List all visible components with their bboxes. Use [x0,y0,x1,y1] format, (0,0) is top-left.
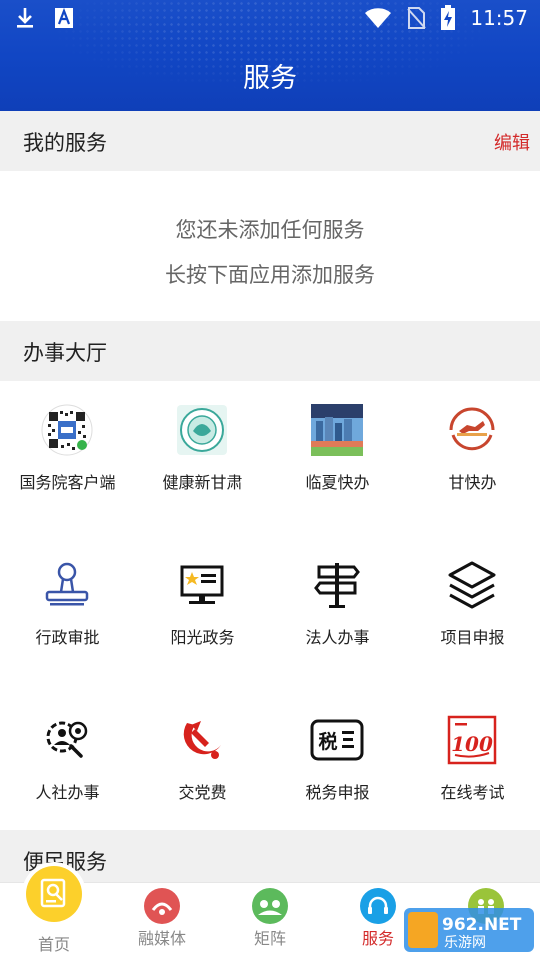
my-services-bar: 我的服务 编辑 [0,111,540,171]
person-gear-icon [40,713,94,767]
qr-code-icon [40,403,94,457]
my-services-empty-state: 您还未添加任何服务 长按下面应用添加服务 [0,171,540,321]
service-item-renshe[interactable]: 人社办事 [0,691,135,841]
svg-text:962.NET: 962.NET [442,915,522,935]
office-hall-label: 办事大厅 [23,341,107,365]
home-icon [40,878,66,908]
health-gansu-logo-icon [175,403,229,457]
service-label: 法人办事 [305,628,370,647]
media-icon [144,888,180,924]
service-item-faren[interactable]: 法人办事 [270,536,405,686]
service-label: 项目申报 [440,628,505,647]
nav-label: 矩阵 [253,929,286,948]
service-item-guowuyuan[interactable]: 国务院客户端 [0,381,135,531]
nav-label: 首页 [37,935,70,954]
status-bar: 11:57 [0,0,540,38]
nav-label: 融媒体 [137,929,186,948]
status-time: 11:57 [470,6,528,30]
app-header: 11:57 服务 [0,0,540,111]
battery-charging-icon [441,5,456,30]
page-title: 服务 [243,63,297,94]
nav-matrix[interactable]: 矩阵 [216,883,324,961]
service-item-health-gansu[interactable]: 健康新甘肃 [135,381,270,531]
stamp-icon [40,558,94,612]
signpost-icon [310,558,364,612]
tax-icon: 税 [310,713,364,767]
service-label: 国务院客户端 [19,473,116,492]
service-label: 临夏快办 [305,473,370,492]
my-services-label: 我的服务 [23,131,107,155]
service-label: 甘快办 [448,473,497,492]
office-hall-bar: 办事大厅 [0,321,540,381]
service-label: 在线考试 [440,783,505,802]
wifi-icon [365,8,392,28]
service-item-gankuaiban[interactable]: 甘快办 [405,381,540,531]
service-label: 税务申报 [305,783,370,802]
gankuaiban-logo-icon [445,403,499,457]
service-item-yangguang[interactable]: 阳光政务 [135,536,270,686]
empty-message-line1: 您还未添加任何服务 [175,218,365,242]
empty-message-line2: 长按下面应用添加服务 [165,263,375,287]
service-item-kaoshi[interactable]: 100 在线考试 [405,691,540,841]
exam-100-icon: 100 [445,713,499,767]
tax-glyph: 税 [318,730,337,753]
font-app-icon [55,7,73,28]
service-label: 人社办事 [35,783,100,802]
service-label: 阳光政务 [170,628,235,647]
service-label: 行政审批 [35,628,100,647]
nav-media[interactable]: 融媒体 [108,883,216,961]
party-emblem-icon [175,713,229,767]
download-icon [17,8,33,28]
matrix-icon [252,888,288,924]
exam-glyph: 100 [451,732,493,756]
linxia-city-photo-icon [310,403,364,457]
service-label: 健康新甘肃 [162,473,243,492]
service-item-shuiwu[interactable]: 税 税务申报 [270,691,405,841]
service-label: 交党费 [178,783,227,802]
watermark-logo: 962.NET 乐游网 [404,908,534,952]
service-item-xingzheng[interactable]: 行政审批 [0,536,135,686]
monitor-star-icon [175,558,229,612]
edit-button[interactable]: 编辑 [494,129,530,155]
service-item-xiangmu[interactable]: 项目申报 [405,536,540,686]
service-item-linxia[interactable]: 临夏快办 [270,381,405,531]
service-item-dangfei[interactable]: 交党费 [135,691,270,841]
home-button[interactable] [26,866,82,922]
no-sim-icon [407,7,427,29]
layers-icon [445,558,499,612]
headset-icon [360,888,396,924]
svg-text:乐游网: 乐游网 [444,935,486,951]
